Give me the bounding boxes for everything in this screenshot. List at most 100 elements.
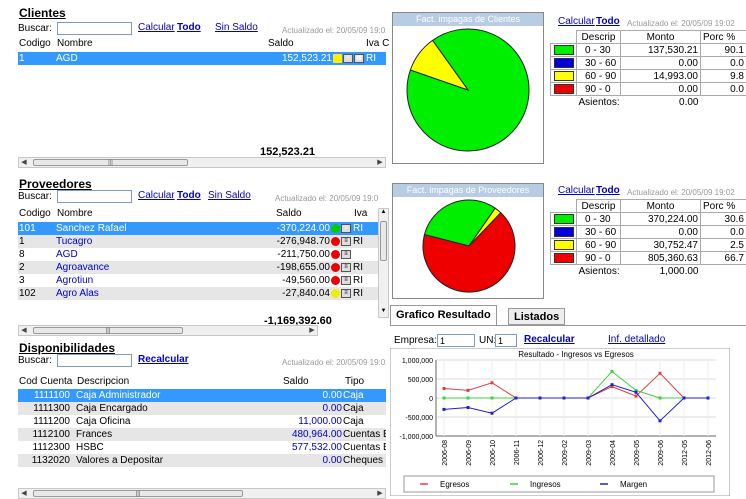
fact-clientes-todo-link[interactable]: Todo [596, 16, 620, 27]
fact-clientes-calcular-link[interactable]: Calcular [558, 16, 595, 27]
fact-proveedores-todo-link[interactable]: Todo [596, 185, 620, 196]
x-tick-label: 2009-02 [562, 440, 569, 466]
x-tick-label: 2009-06 [658, 440, 665, 466]
table-row[interactable]: 102 Agro Alas -27,840.04 ≡ RI [18, 287, 378, 300]
legend-row: 60 - 90 30,752.47 2.5 [551, 239, 746, 252]
scroll-up-icon[interactable]: ▲ [379, 209, 388, 218]
proveedores-calcular-link[interactable]: Calcular [138, 190, 175, 201]
proveedores-search-label: Buscar: [18, 191, 52, 202]
row-descripcion: HSBC [76, 442, 266, 453]
scroll-left-icon[interactable]: ◀ [19, 326, 29, 336]
col-descrip: Descrip [577, 31, 621, 44]
scroll-thumb[interactable] [380, 221, 387, 261]
col-saldo[interactable]: Saldo [268, 38, 294, 49]
proveedores-sin-saldo-link[interactable]: Sin Saldo [208, 190, 251, 201]
col-nombre[interactable]: Nombre [57, 208, 93, 219]
clientes-calcular-link[interactable]: Calcular [138, 22, 175, 33]
col-iva[interactable]: Iva C [366, 38, 389, 49]
fact-proveedores-calcular-link[interactable]: Calcular [558, 185, 595, 196]
row-cod-cuenta: 1111100 [18, 390, 76, 401]
col-saldo[interactable]: Saldo [276, 208, 302, 219]
scroll-thumb[interactable]: ||| [33, 159, 188, 166]
table-row[interactable]: 1111100 Caja Administrador 0.00 Caja [18, 389, 386, 402]
table-row[interactable]: 3 Agrotiun -49,560.00 ≡ RI [18, 274, 378, 287]
row-descrip: 0 - 30 [577, 44, 621, 57]
data-point [515, 397, 518, 400]
col-codigo[interactable]: Codigo [19, 208, 51, 219]
scroll-down-icon[interactable]: ▼ [379, 308, 388, 317]
row-codigo: 1 [18, 53, 56, 64]
data-point [659, 372, 662, 375]
table-row[interactable]: 1111300 Caja Encargado 0.00 Caja [18, 402, 386, 415]
scroll-left-icon[interactable]: ◀ [19, 158, 29, 168]
disponibilidades-panel: Disponibilidades Buscar: Recalcular Actu… [10, 340, 386, 497]
scroll-right-icon[interactable]: ▶ [375, 158, 385, 168]
clientes-sin-saldo-link[interactable]: Sin Saldo [215, 22, 258, 33]
data-point [539, 397, 542, 400]
col-saldo[interactable]: Saldo [283, 376, 309, 387]
col-cod-cuenta[interactable]: Cod Cuenta [19, 376, 72, 387]
x-tick-label: 2009-03 [586, 440, 593, 466]
row-tipo: Caja [342, 416, 386, 427]
disponibilidades-recalcular-link[interactable]: Recalcular [138, 354, 189, 365]
col-nombre[interactable]: Nombre [57, 38, 93, 49]
col-porc: Porc % [701, 31, 746, 44]
tab-listados[interactable]: Listados [508, 308, 565, 325]
col-iva[interactable]: Iva [354, 208, 367, 219]
pie-chart-proveedores [421, 198, 517, 294]
table-row[interactable]: 2 Agroavance -198,655.00 ≡ RI [18, 261, 378, 274]
disponibilidades-search-input[interactable] [57, 354, 132, 367]
table-row[interactable]: 1132020 Valores a Depositar 0.00 Cheques [18, 454, 386, 467]
document-icon[interactable]: ≡ [343, 54, 353, 63]
proveedores-hscrollbar[interactable]: ◀ ||| ▶ [18, 325, 318, 336]
row-codigo: 101 [18, 223, 56, 234]
row-nombre: Agroavance [56, 262, 226, 273]
proveedores-todo-link[interactable]: Todo [177, 190, 201, 201]
table-row[interactable]: 8 AGD -211,750.00 ≡ [18, 248, 378, 261]
row-porc: 2.5 [701, 239, 746, 252]
table-row[interactable]: 1 AGD 152,523.21 ≡ ▦ RI [18, 52, 386, 65]
data-point [443, 397, 446, 400]
clientes-title: Clientes [19, 6, 66, 20]
disponibilidades-hscrollbar[interactable]: ◀ ||| ▶ [18, 488, 386, 499]
clientes-todo-link[interactable]: Todo [177, 22, 201, 33]
data-point [659, 397, 662, 400]
col-descripcion[interactable]: Descripcion [77, 376, 129, 387]
table-row[interactable]: 1 Tucagro -276,948.70 ≡ RI [18, 235, 378, 248]
grid-icon[interactable]: ▦ [354, 54, 364, 63]
table-row[interactable]: 1112300 HSBC 577,532.00 Cuentas B [18, 441, 386, 454]
clientes-search-input[interactable] [57, 22, 132, 35]
scroll-right-icon[interactable]: ▶ [375, 489, 385, 499]
document-icon[interactable]: ≡ [341, 224, 351, 233]
scroll-right-icon[interactable]: ▶ [307, 326, 317, 336]
document-icon[interactable]: ≡ [341, 263, 351, 272]
document-icon[interactable]: ≡ [341, 276, 351, 285]
proveedores-search-input[interactable] [57, 190, 132, 203]
un-input[interactable] [495, 334, 517, 347]
disponibilidades-rows: 1111100 Caja Administrador 0.00 Caja1111… [18, 389, 386, 467]
status-dot-icon [331, 263, 340, 272]
row-saldo: 0.00 [266, 403, 342, 414]
scroll-thumb[interactable]: ||| [33, 327, 183, 334]
clientes-hscrollbar[interactable]: ◀ ||| ▶ [18, 157, 386, 168]
row-descripcion: Caja Administrador [76, 390, 266, 401]
row-saldo: 152,523.21 [206, 53, 332, 64]
row-descrip: 0 - 30 [577, 213, 621, 226]
recalcular-link[interactable]: Recalcular [524, 334, 575, 345]
col-tipo[interactable]: Tipo [345, 376, 364, 387]
table-row[interactable]: 1111200 Caja Oficina 11,000.00 Caja [18, 415, 386, 428]
proveedores-vscrollbar[interactable]: ▲ ▼ [378, 208, 389, 318]
table-row[interactable]: 101 Sanchez Rafael -370,224.00 ≡ RI [18, 222, 378, 235]
col-codigo[interactable]: Codigo [19, 38, 51, 49]
table-row[interactable]: 1112100 Frances 480,964.00 Cuentas B [18, 428, 386, 441]
empresa-input[interactable] [437, 334, 475, 347]
tab-grafico-resultado[interactable]: Grafico Resultado [390, 305, 497, 325]
scroll-left-icon[interactable]: ◀ [19, 489, 29, 499]
document-icon[interactable]: ≡ [341, 289, 351, 298]
inf-detallado-link[interactable]: Inf. detallado [608, 334, 665, 345]
data-point [563, 397, 566, 400]
color-swatch [554, 214, 574, 224]
document-icon[interactable]: ≡ [341, 237, 351, 246]
document-icon[interactable]: ≡ [341, 250, 351, 259]
scroll-thumb[interactable]: ||| [33, 490, 243, 497]
